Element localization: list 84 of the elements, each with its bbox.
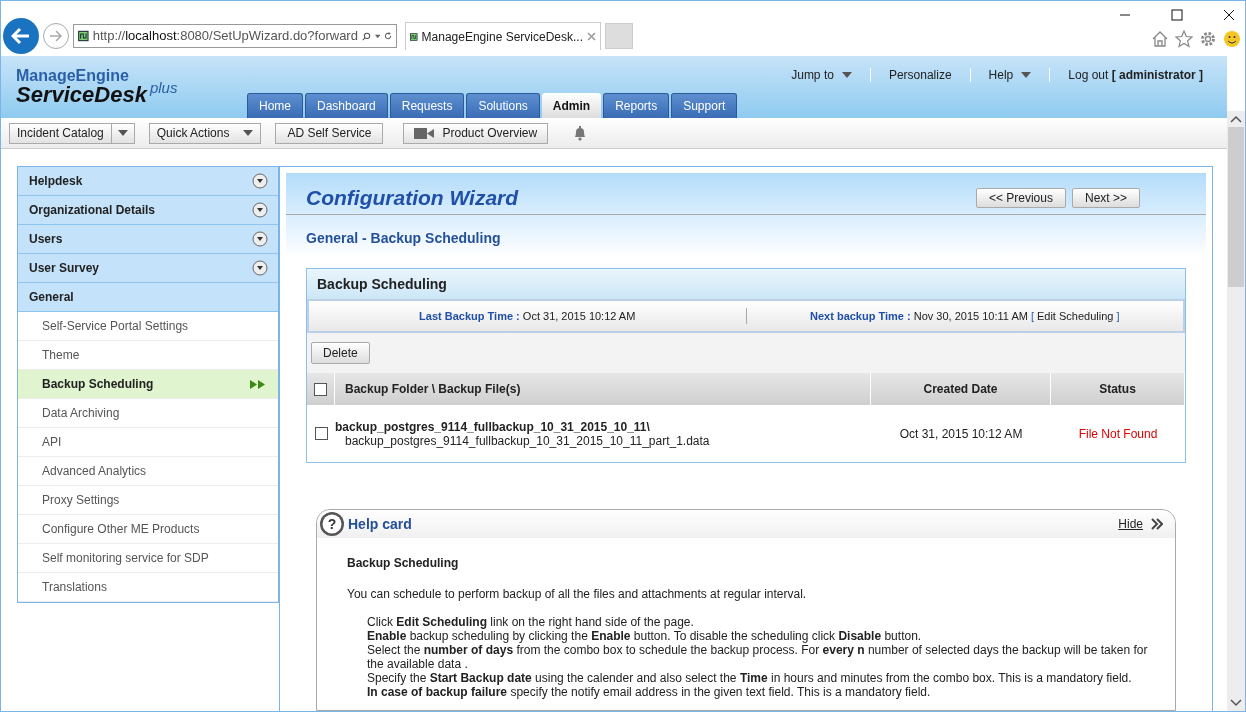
dropdown-button[interactable]: Quick Actions: [148, 122, 262, 144]
close-icon[interactable]: [1223, 9, 1235, 21]
bracket-text: [: [1030, 308, 1034, 324]
help-icon: ?: [319, 511, 345, 537]
caret-icon: [243, 130, 254, 136]
header-link[interactable]: Log out [ administrator ]: [1068, 66, 1203, 84]
help-step: Click Edit Scheduling link on the right hand side of the page.: [367, 615, 1155, 629]
column-header: Status: [1099, 381, 1136, 398]
back-button[interactable]: [3, 18, 39, 54]
video-camera-icon: [414, 127, 435, 139]
column-header: Created Date: [923, 381, 998, 398]
scroll-down-icon[interactable]: [1230, 698, 1242, 708]
table-cell-text: Oct 31, 2015 10:12 AM: [899, 425, 1023, 443]
help-step: Select the number of days from the combo box to schedule the backup process. For every n number of selected days the backup will be taken for the available data .: [367, 643, 1155, 671]
site-icon: [78, 28, 89, 44]
edition-label: plus: [149, 80, 178, 95]
tab-title: ManageEngine ServiceDesk...: [421, 28, 583, 46]
edit-scheduling-link[interactable]: Edit Scheduling: [1036, 307, 1114, 325]
status-text: File Not Found: [1078, 425, 1158, 443]
forward-arrow-icon: [49, 30, 63, 42]
previous-button[interactable]: << Previous: [975, 187, 1066, 208]
scrollbar[interactable]: [1227, 111, 1245, 711]
browser-tab[interactable]: ManageEngine ServiceDesk...: [405, 22, 601, 50]
next-button[interactable]: Next >>: [1071, 187, 1140, 208]
help-step: Enable backup scheduling by clicking the Enable button. To disable the scheduling click Disable button.: [367, 629, 1155, 643]
nav-tab[interactable]: Solutions: [466, 93, 540, 118]
nav-tab[interactable]: Requests: [389, 93, 465, 118]
expand-icon: [252, 202, 268, 218]
help-intro: You can schedule to perform backup of all the files and attachments at regular interval.: [347, 586, 808, 603]
maximize-icon[interactable]: [1171, 9, 1183, 21]
sidebar-section[interactable]: Users: [18, 225, 278, 254]
star-icon[interactable]: [1175, 30, 1193, 48]
wizard-subtitle: General - Backup Scheduling: [306, 230, 501, 246]
brand-name: ManageEngine: [16, 68, 129, 84]
refresh-icon[interactable]: [384, 30, 392, 42]
scroll-up-icon[interactable]: [1230, 114, 1242, 124]
nav-tab[interactable]: Admin: [541, 93, 602, 118]
sidebar-section[interactable]: User Survey: [18, 254, 278, 283]
nav-tab[interactable]: Home: [247, 93, 303, 118]
expand-icon: [252, 231, 268, 247]
caret-icon: [841, 72, 852, 78]
home-icon[interactable]: [1151, 30, 1169, 48]
help-step: Specify the Start Backup date using the calender and also select the Time in hours and minutes from the combo box. This is a mandatory field.: [367, 671, 1155, 685]
nav-tab[interactable]: Dashboard: [305, 93, 388, 118]
product-name: ServiceDesk: [16, 84, 147, 106]
sidebar-section[interactable]: Helpdesk: [18, 167, 278, 196]
settings-icon[interactable]: [1199, 30, 1217, 48]
panel-title: Backup Scheduling: [317, 274, 447, 294]
nav-tab[interactable]: Support: [671, 93, 738, 118]
help-card-title: Help card: [348, 514, 413, 534]
checkbox[interactable]: [314, 382, 327, 396]
caret-icon: [1021, 72, 1032, 78]
double-chevron-icon[interactable]: [1151, 518, 1163, 530]
ad-self-service-button[interactable]: AD Self Service: [275, 122, 384, 144]
column-header: Backup Folder \ Backup File(s): [345, 381, 521, 398]
hide-link[interactable]: Hide: [1118, 515, 1143, 533]
expand-icon: [252, 173, 268, 189]
address-bar[interactable]: http://localhost:8080/SetUpWizard.do?forward: [73, 24, 397, 48]
expand-icon: [252, 260, 268, 276]
product-overview-button[interactable]: Product Overview: [403, 122, 549, 144]
address-text[interactable]: http://localhost:8080/SetUpWizard.do?forward: [92, 28, 358, 44]
wizard-title: Configuration Wizard: [306, 184, 519, 211]
double-arrow-icon: [250, 379, 266, 389]
sidebar-item[interactable]: Backup Scheduling: [18, 370, 278, 399]
bracket-text: ]: [1116, 308, 1120, 324]
file-name: backup_postgres_9114_fullbackup_10_31_2015_10_11_part_1.data: [345, 433, 711, 448]
folder-name: backup_postgres_9114_fullbackup_10_31_2015_10_11\: [335, 419, 651, 434]
header-link[interactable]: Personalize: [888, 66, 952, 84]
checkbox[interactable]: [314, 427, 328, 440]
back-arrow-icon: [11, 27, 31, 45]
caret-icon[interactable]: [374, 33, 380, 39]
dropdown-menu[interactable]: Jump to: [791, 66, 852, 84]
dropdown-menu[interactable]: Help: [988, 66, 1032, 84]
nav-tab[interactable]: Reports: [603, 93, 670, 118]
scroll-thumb[interactable]: [1228, 127, 1244, 287]
caret-icon: [117, 130, 128, 136]
smiley-icon[interactable]: [1223, 30, 1241, 48]
last-backup-time: Last Backup Time : Oct 31, 2015 10:12 AM: [419, 308, 636, 324]
delete-button[interactable]: Delete: [311, 342, 370, 364]
sidebar-section[interactable]: Organizational Details: [18, 196, 278, 225]
help-heading: Backup Scheduling: [347, 555, 460, 572]
sidebar-section[interactable]: General: [18, 283, 278, 312]
next-backup-time: Next backup Time : Nov 30, 2015 10:11 AM: [810, 308, 1028, 324]
help-step: In case of backup failure specify the notify email address in the given text field. This is a mandatory field.: [367, 685, 1155, 699]
